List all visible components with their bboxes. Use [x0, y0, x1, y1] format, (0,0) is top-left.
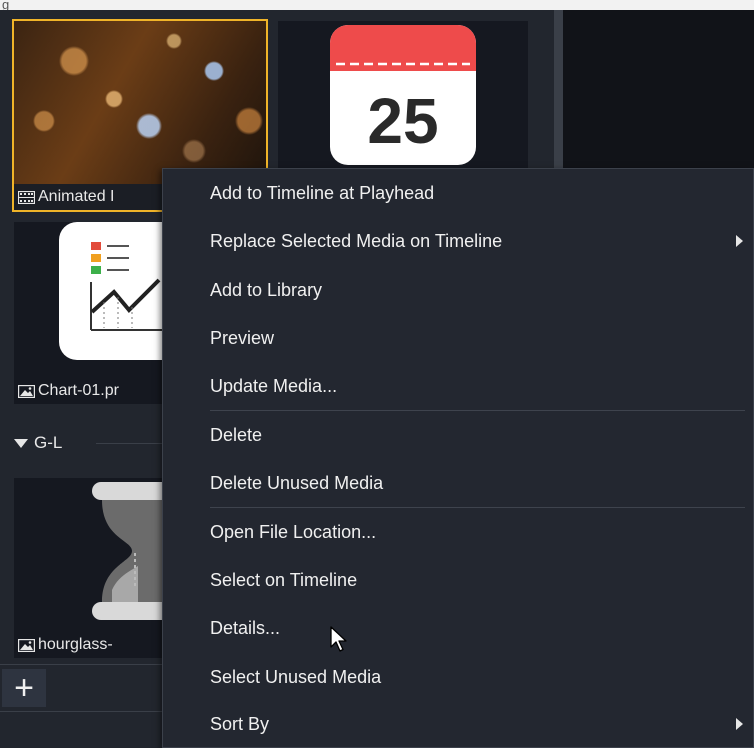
calendar-icon: 25	[330, 25, 476, 165]
menu-item-label: Update Media...	[210, 376, 338, 396]
top-window-edge: g	[0, 0, 754, 11]
add-media-button[interactable]: +	[2, 669, 46, 707]
media-tile-chart[interactable]: Chart-01.pr	[14, 222, 164, 404]
mouse-pointer-icon	[330, 626, 347, 652]
menu-item-open-file-location[interactable]: Open File Location...	[163, 508, 753, 556]
menu-item-label: Open File Location...	[210, 522, 377, 542]
menu-item-replace-selected-media[interactable]: Replace Selected Media on Timeline	[163, 217, 753, 265]
panel-divider[interactable]	[554, 10, 563, 170]
menu-item-preview[interactable]: Preview	[163, 314, 753, 362]
image-icon	[18, 638, 35, 652]
menu-item-label: Delete	[210, 425, 263, 445]
film-icon	[18, 190, 35, 204]
animated-background-thumbnail	[14, 21, 266, 184]
menu-item-label: Sort By	[210, 714, 270, 734]
menu-item-label: Preview	[210, 328, 275, 348]
menu-item-label: Details...	[210, 618, 281, 638]
menu-item-label: Select Unused Media	[210, 667, 382, 687]
media-caption: Chart-01.pr	[14, 378, 164, 404]
menu-item-update-media[interactable]: Update Media...	[163, 362, 753, 410]
menu-item-label: Select on Timeline	[210, 570, 358, 590]
calendar-day-label: 25	[367, 85, 438, 157]
media-name: hourglass-	[38, 636, 113, 653]
menu-item-sort-by[interactable]: Sort By	[163, 700, 753, 748]
menu-item-label: Delete Unused Media	[210, 473, 384, 493]
image-icon	[18, 384, 35, 398]
media-caption: hourglass-	[14, 632, 164, 658]
calendar-thumbnail: 25	[278, 21, 528, 168]
media-tile-calendar[interactable]: 25	[278, 21, 528, 168]
chart-thumbnail	[14, 222, 164, 378]
context-menu: Add to Timeline at Playhead Replace Sele…	[162, 168, 754, 748]
submenu-arrow-icon	[736, 718, 743, 730]
menu-item-label: Replace Selected Media on Timeline	[210, 231, 503, 251]
menu-item-label: Add to Timeline at Playhead	[210, 183, 435, 203]
media-name: Animated I	[38, 188, 115, 205]
collapse-triangle-icon[interactable]	[14, 439, 28, 449]
menu-item-add-to-timeline[interactable]: Add to Timeline at Playhead	[163, 169, 753, 217]
menu-item-select-on-timeline[interactable]: Select on Timeline	[163, 556, 753, 604]
media-tile-hourglass[interactable]: hourglass-	[14, 478, 164, 658]
plus-icon: +	[14, 669, 34, 707]
menu-item-select-unused-media[interactable]: Select Unused Media	[163, 653, 753, 701]
media-name: Chart-01.pr	[38, 382, 119, 399]
hourglass-icon	[92, 482, 164, 620]
menu-item-delete-unused-media[interactable]: Delete Unused Media	[163, 459, 753, 507]
section-label: G-L	[34, 433, 63, 452]
line-chart-icon	[59, 222, 164, 360]
menu-item-add-to-library[interactable]: Add to Library	[163, 266, 753, 314]
menu-item-details[interactable]: Details...	[163, 604, 753, 652]
submenu-arrow-icon	[736, 235, 743, 247]
menu-item-delete[interactable]: Delete	[163, 411, 753, 459]
menu-item-label: Add to Library	[210, 280, 323, 300]
hourglass-thumbnail	[14, 478, 164, 632]
